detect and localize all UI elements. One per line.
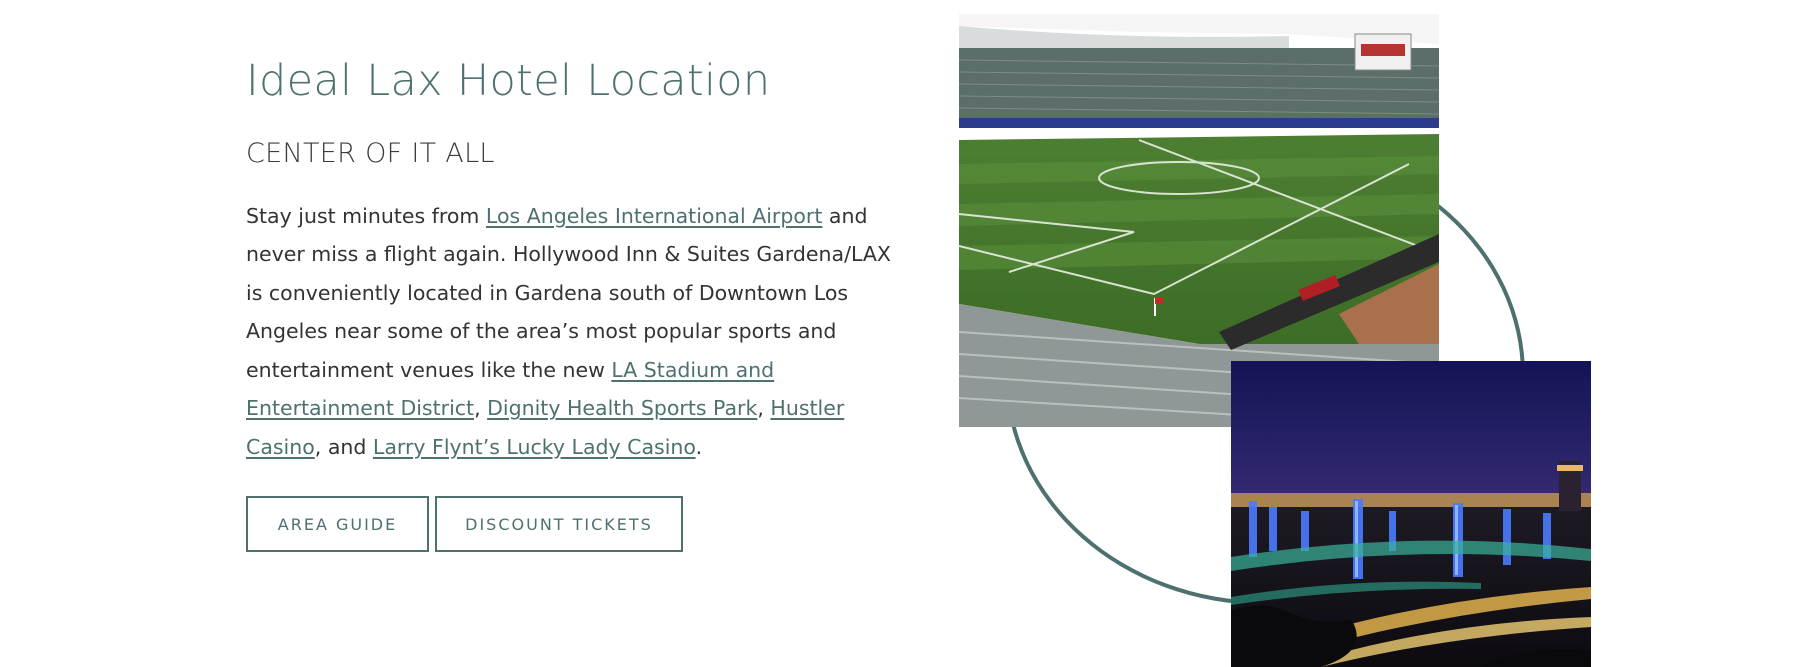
section-title: Ideal Lax Hotel Location: [246, 56, 771, 106]
action-buttons: AREA GUIDE DISCOUNT TICKETS: [246, 496, 896, 553]
lax-night-photo: [1231, 361, 1591, 667]
area-guide-button[interactable]: AREA GUIDE: [246, 496, 429, 553]
larry-flynt-casino-link[interactable]: Larry Flynt’s Lucky Lady Casino: [373, 435, 696, 459]
decorative-circle: [1005, 145, 1525, 605]
location-section: Ideal Lax Hotel Location CENTER OF IT AL…: [246, 56, 896, 553]
description-text: , and: [314, 434, 373, 459]
discount-tickets-button[interactable]: DISCOUNT TICKETS: [435, 496, 683, 553]
dignity-health-link[interactable]: Dignity Health Sports Park: [487, 396, 757, 420]
description-text: Stay just minutes from: [246, 203, 486, 228]
location-description: Stay just minutes from Los Angeles Inter…: [246, 197, 896, 467]
section-subtitle: CENTER OF IT ALL: [246, 137, 495, 169]
description-text: ,: [757, 396, 771, 421]
description-text: .: [695, 434, 703, 459]
description-text: ,: [474, 396, 488, 421]
stadium-photo: [959, 14, 1439, 427]
airport-link[interactable]: Los Angeles International Airport: [486, 204, 822, 228]
description-text: and never miss a flight again. Hollywood…: [246, 203, 891, 382]
